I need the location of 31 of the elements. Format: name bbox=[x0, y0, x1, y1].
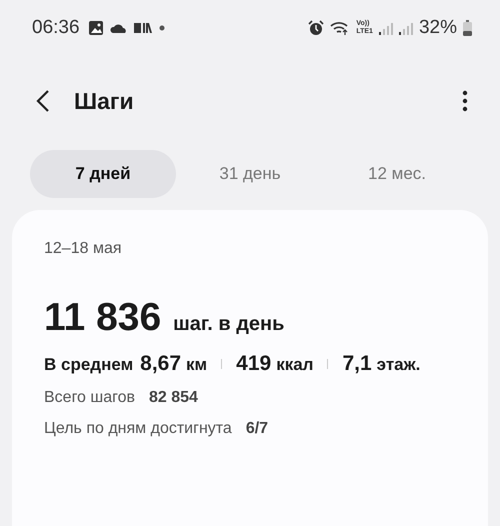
period-tab[interactable]: 7 дней bbox=[30, 150, 176, 198]
back-icon bbox=[36, 89, 50, 113]
date-range: 12–18 мая bbox=[44, 240, 122, 258]
daily-steps-unit: шаг. в день bbox=[173, 313, 284, 336]
more-options-icon bbox=[462, 90, 468, 112]
alarm-icon bbox=[308, 20, 324, 36]
daily-steps-value: 11 836 bbox=[44, 296, 162, 340]
battery-percent: 32% bbox=[418, 17, 457, 39]
dot-icon bbox=[158, 24, 166, 32]
stat-unit: км bbox=[186, 355, 208, 375]
stat-unit: этаж. bbox=[376, 355, 420, 375]
signal-icon bbox=[398, 22, 413, 34]
image-icon bbox=[88, 20, 104, 36]
cloud-icon bbox=[110, 22, 128, 34]
clock-time: 06:36 bbox=[32, 17, 80, 39]
wifi-icon bbox=[330, 20, 350, 36]
stat-value: 419 bbox=[236, 352, 272, 376]
total-label: Цель по дням достигнута bbox=[44, 420, 232, 438]
battery-icon bbox=[463, 20, 472, 36]
total-label: Всего шагов bbox=[44, 389, 136, 407]
total-value: 82 854 bbox=[149, 389, 198, 407]
stat-unit: ккал bbox=[276, 355, 314, 375]
stat-value: 8,67 bbox=[140, 352, 182, 376]
total-value: 6/7 bbox=[246, 420, 268, 438]
page-title: Шаги bbox=[74, 88, 135, 114]
library-icon bbox=[134, 22, 152, 34]
stat-value: 7,1 bbox=[342, 352, 372, 376]
period-tab[interactable]: 31 день bbox=[177, 150, 323, 198]
signal-icon bbox=[378, 22, 393, 34]
period-tab[interactable]: 12 мес. bbox=[324, 150, 470, 198]
average-label: В среднем bbox=[44, 355, 134, 375]
